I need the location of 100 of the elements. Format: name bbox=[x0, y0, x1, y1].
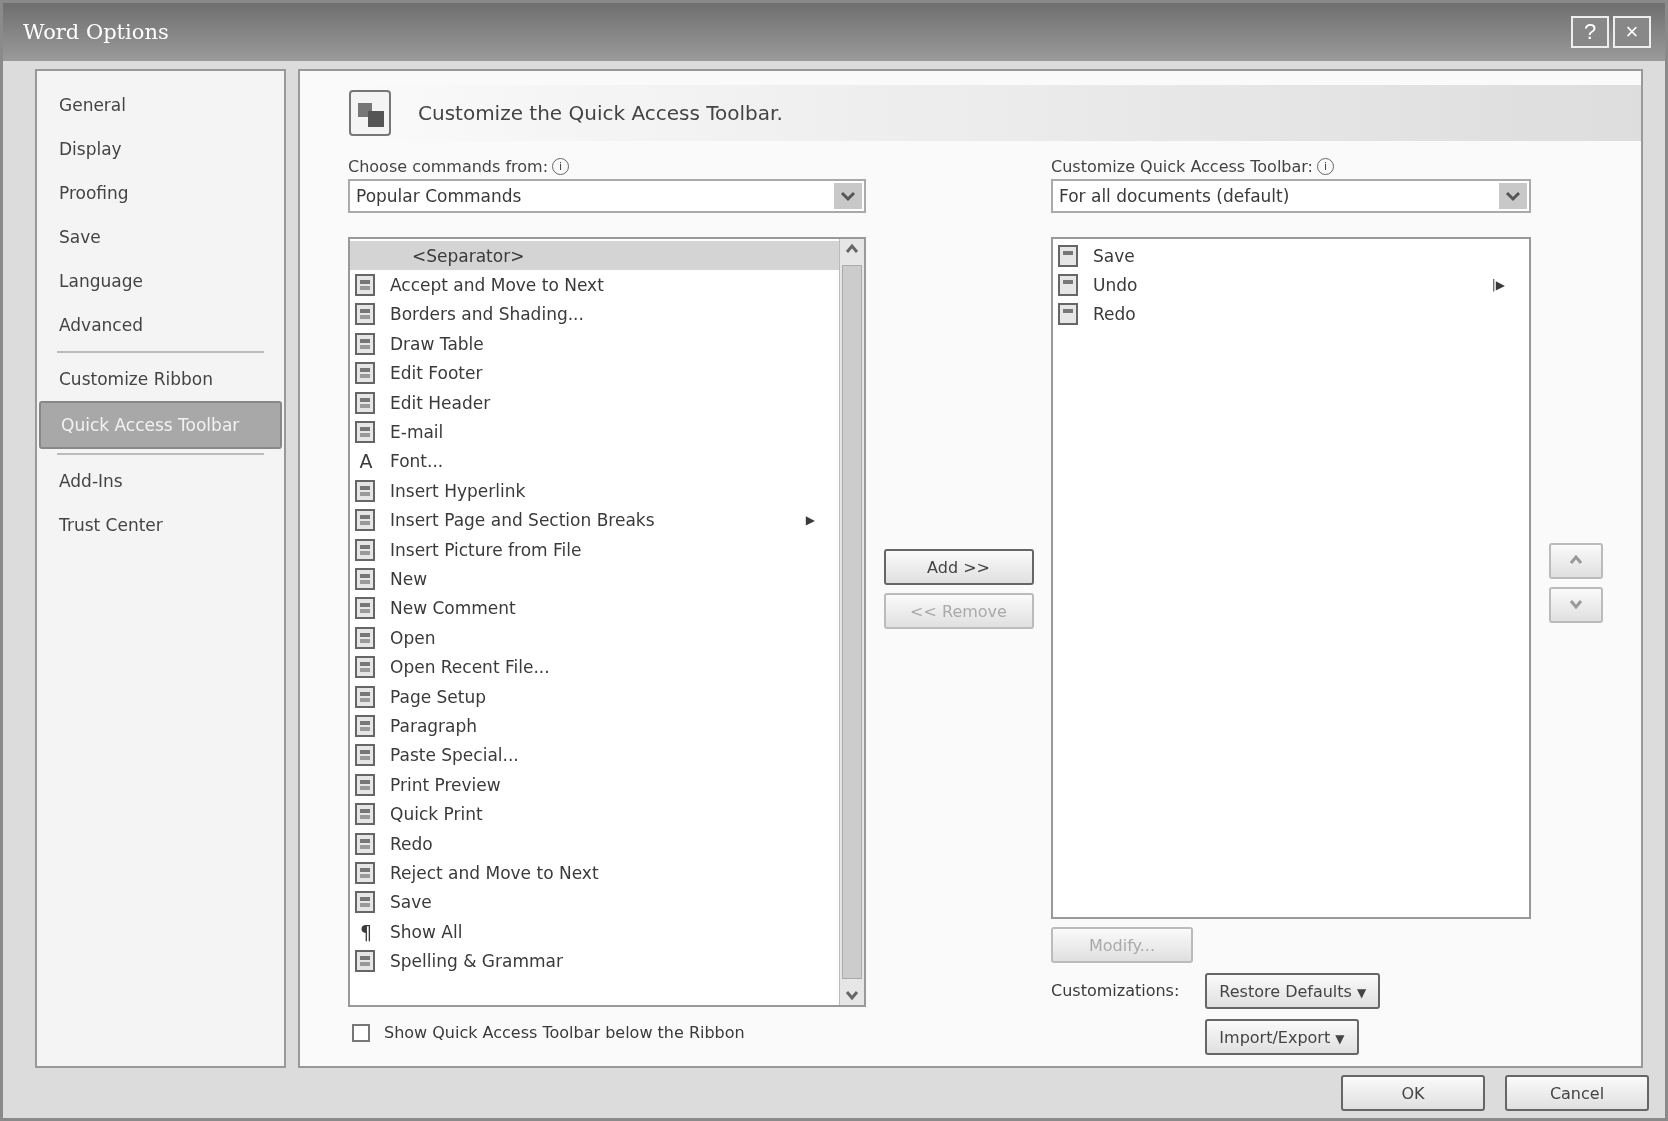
command-item[interactable]: Open Recent File... bbox=[350, 652, 839, 682]
command-item[interactable]: Draw Table bbox=[350, 329, 839, 359]
command-icon bbox=[354, 274, 378, 297]
command-icon bbox=[354, 861, 378, 884]
sidebar-item[interactable]: Language bbox=[39, 259, 282, 303]
checkbox[interactable] bbox=[352, 1023, 370, 1042]
command-icon bbox=[354, 656, 378, 679]
submenu-arrow: ▶ bbox=[805, 513, 815, 528]
item-label: Insert Hyperlink bbox=[390, 480, 526, 501]
item-label: Draw Table bbox=[390, 333, 484, 354]
item-label: Redo bbox=[390, 833, 433, 854]
dialog-button[interactable]: Cancel bbox=[1505, 1075, 1649, 1111]
item-label: Save bbox=[390, 892, 432, 913]
toolbar-item[interactable]: Save bbox=[1053, 241, 1529, 271]
command-icon bbox=[354, 479, 378, 502]
dialog-button[interactable]: OK bbox=[1341, 1075, 1485, 1111]
command-icon bbox=[354, 891, 378, 914]
item-label: Edit Header bbox=[390, 392, 491, 413]
command-item[interactable]: Save bbox=[350, 887, 839, 917]
command-icon bbox=[354, 803, 378, 826]
command-item[interactable]: Page Setup bbox=[350, 681, 839, 712]
commands-dropdown[interactable]: Popular Commands bbox=[348, 179, 866, 213]
sidebar-item[interactable]: Proofing bbox=[39, 171, 282, 215]
item-label: New Comment bbox=[390, 598, 516, 619]
command-item[interactable]: ¶ Show All bbox=[350, 917, 839, 947]
command-item[interactable]: Redo bbox=[350, 828, 839, 859]
item-label: E-mail bbox=[390, 422, 444, 443]
add-button[interactable]: Add >> bbox=[883, 549, 1034, 585]
item-label: Reject and Move to Next bbox=[390, 862, 599, 883]
item-label: Show All bbox=[390, 921, 463, 942]
command-item[interactable]: <Separator> bbox=[350, 241, 839, 271]
item-label: Open bbox=[390, 627, 436, 648]
command-item[interactable]: Paragraph bbox=[350, 711, 839, 741]
command-icon bbox=[354, 685, 378, 708]
item-label: Insert Picture from File bbox=[390, 539, 582, 560]
command-item[interactable]: Borders and Shading... bbox=[350, 299, 839, 330]
item-label: Quick Print bbox=[390, 804, 483, 825]
item-label: Accept and Move to Next bbox=[390, 275, 604, 296]
toolbar-item[interactable]: Redo bbox=[1053, 299, 1529, 330]
sidebar-item[interactable]: Advanced bbox=[39, 303, 282, 347]
command-icon bbox=[354, 332, 378, 355]
item-label: Save bbox=[1093, 245, 1135, 266]
command-item[interactable]: E-mail bbox=[350, 417, 839, 447]
field-label: Customize Quick Access Toolbar: bbox=[1051, 156, 1313, 176]
customizations-label: Customizations: bbox=[1051, 980, 1180, 1002]
chevron-down-icon bbox=[834, 183, 862, 209]
sidebar-item[interactable]: Add-Ins bbox=[39, 459, 282, 503]
sidebar-item[interactable]: Trust Center bbox=[39, 503, 282, 547]
help-button[interactable]: ? bbox=[1571, 16, 1609, 48]
command-item[interactable]: Print Preview bbox=[350, 770, 839, 800]
item-label: Redo bbox=[1093, 304, 1136, 325]
item-label: Spelling & Grammar bbox=[390, 951, 563, 972]
command-item[interactable]: Insert Picture from File bbox=[350, 534, 839, 565]
command-icon bbox=[354, 832, 378, 855]
command-icon bbox=[1057, 303, 1081, 326]
command-glyph: ¶ bbox=[358, 920, 374, 943]
sidebar-item[interactable]: Customize Ribbon bbox=[39, 357, 282, 401]
command-item[interactable]: Insert Hyperlink bbox=[350, 476, 839, 506]
submenu-arrow: |▶ bbox=[1491, 278, 1505, 293]
command-item[interactable]: Reject and Move to Next bbox=[350, 858, 839, 888]
item-label: Font... bbox=[390, 451, 444, 472]
item-label: <Separator> bbox=[412, 245, 525, 266]
sidebar-item[interactable]: General bbox=[39, 83, 282, 127]
item-label: Insert Page and Section Breaks bbox=[390, 510, 655, 531]
chevron-down-icon bbox=[1499, 183, 1527, 209]
command-icon bbox=[354, 773, 378, 796]
command-icon bbox=[354, 597, 378, 620]
command-icon bbox=[354, 714, 378, 737]
window-title: Word Options bbox=[23, 20, 169, 44]
command-icon bbox=[354, 568, 378, 590]
command-item[interactable]: New Comment bbox=[350, 593, 839, 624]
item-label: Print Preview bbox=[390, 774, 501, 795]
scrollbar[interactable] bbox=[839, 239, 864, 1005]
command-icon bbox=[354, 950, 378, 973]
command-item[interactable]: Edit Footer bbox=[350, 358, 839, 388]
command-icon bbox=[354, 362, 378, 385]
item-label: New bbox=[390, 569, 428, 589]
close-button[interactable]: × bbox=[1613, 16, 1651, 48]
command-item[interactable]: Accept and Move to Next bbox=[350, 270, 839, 300]
command-item[interactable]: Open bbox=[350, 623, 839, 653]
dropdown-button[interactable]: Import/Export ▼ bbox=[1205, 1019, 1359, 1055]
field-label: Choose commands from: bbox=[348, 156, 549, 176]
sidebar-item[interactable]: Display bbox=[39, 127, 282, 171]
command-icon bbox=[354, 509, 378, 532]
command-item[interactable]: Quick Print bbox=[350, 799, 839, 829]
sidebar-item[interactable]: Save bbox=[39, 215, 282, 259]
command-item[interactable]: Insert Page and Section Breaks ▶ bbox=[350, 505, 839, 535]
command-item[interactable]: Paste Special... bbox=[350, 740, 839, 771]
item-label: Paragraph bbox=[390, 715, 478, 736]
command-icon bbox=[1057, 274, 1081, 297]
command-item[interactable]: A Font... bbox=[350, 446, 839, 477]
toolbar-item[interactable]: Undo |▶ bbox=[1053, 270, 1529, 300]
command-glyph: A bbox=[358, 450, 374, 473]
command-icon bbox=[354, 391, 378, 414]
documents-dropdown[interactable]: For all documents (default) bbox=[1051, 179, 1531, 213]
command-item[interactable]: Edit Header bbox=[350, 387, 839, 418]
dropdown-button[interactable]: Restore Defaults ▼ bbox=[1205, 973, 1381, 1009]
command-item[interactable]: New bbox=[350, 564, 839, 594]
command-item[interactable]: Spelling & Grammar bbox=[350, 946, 839, 976]
section-title: Customize the Quick Access Toolbar. bbox=[418, 101, 783, 125]
